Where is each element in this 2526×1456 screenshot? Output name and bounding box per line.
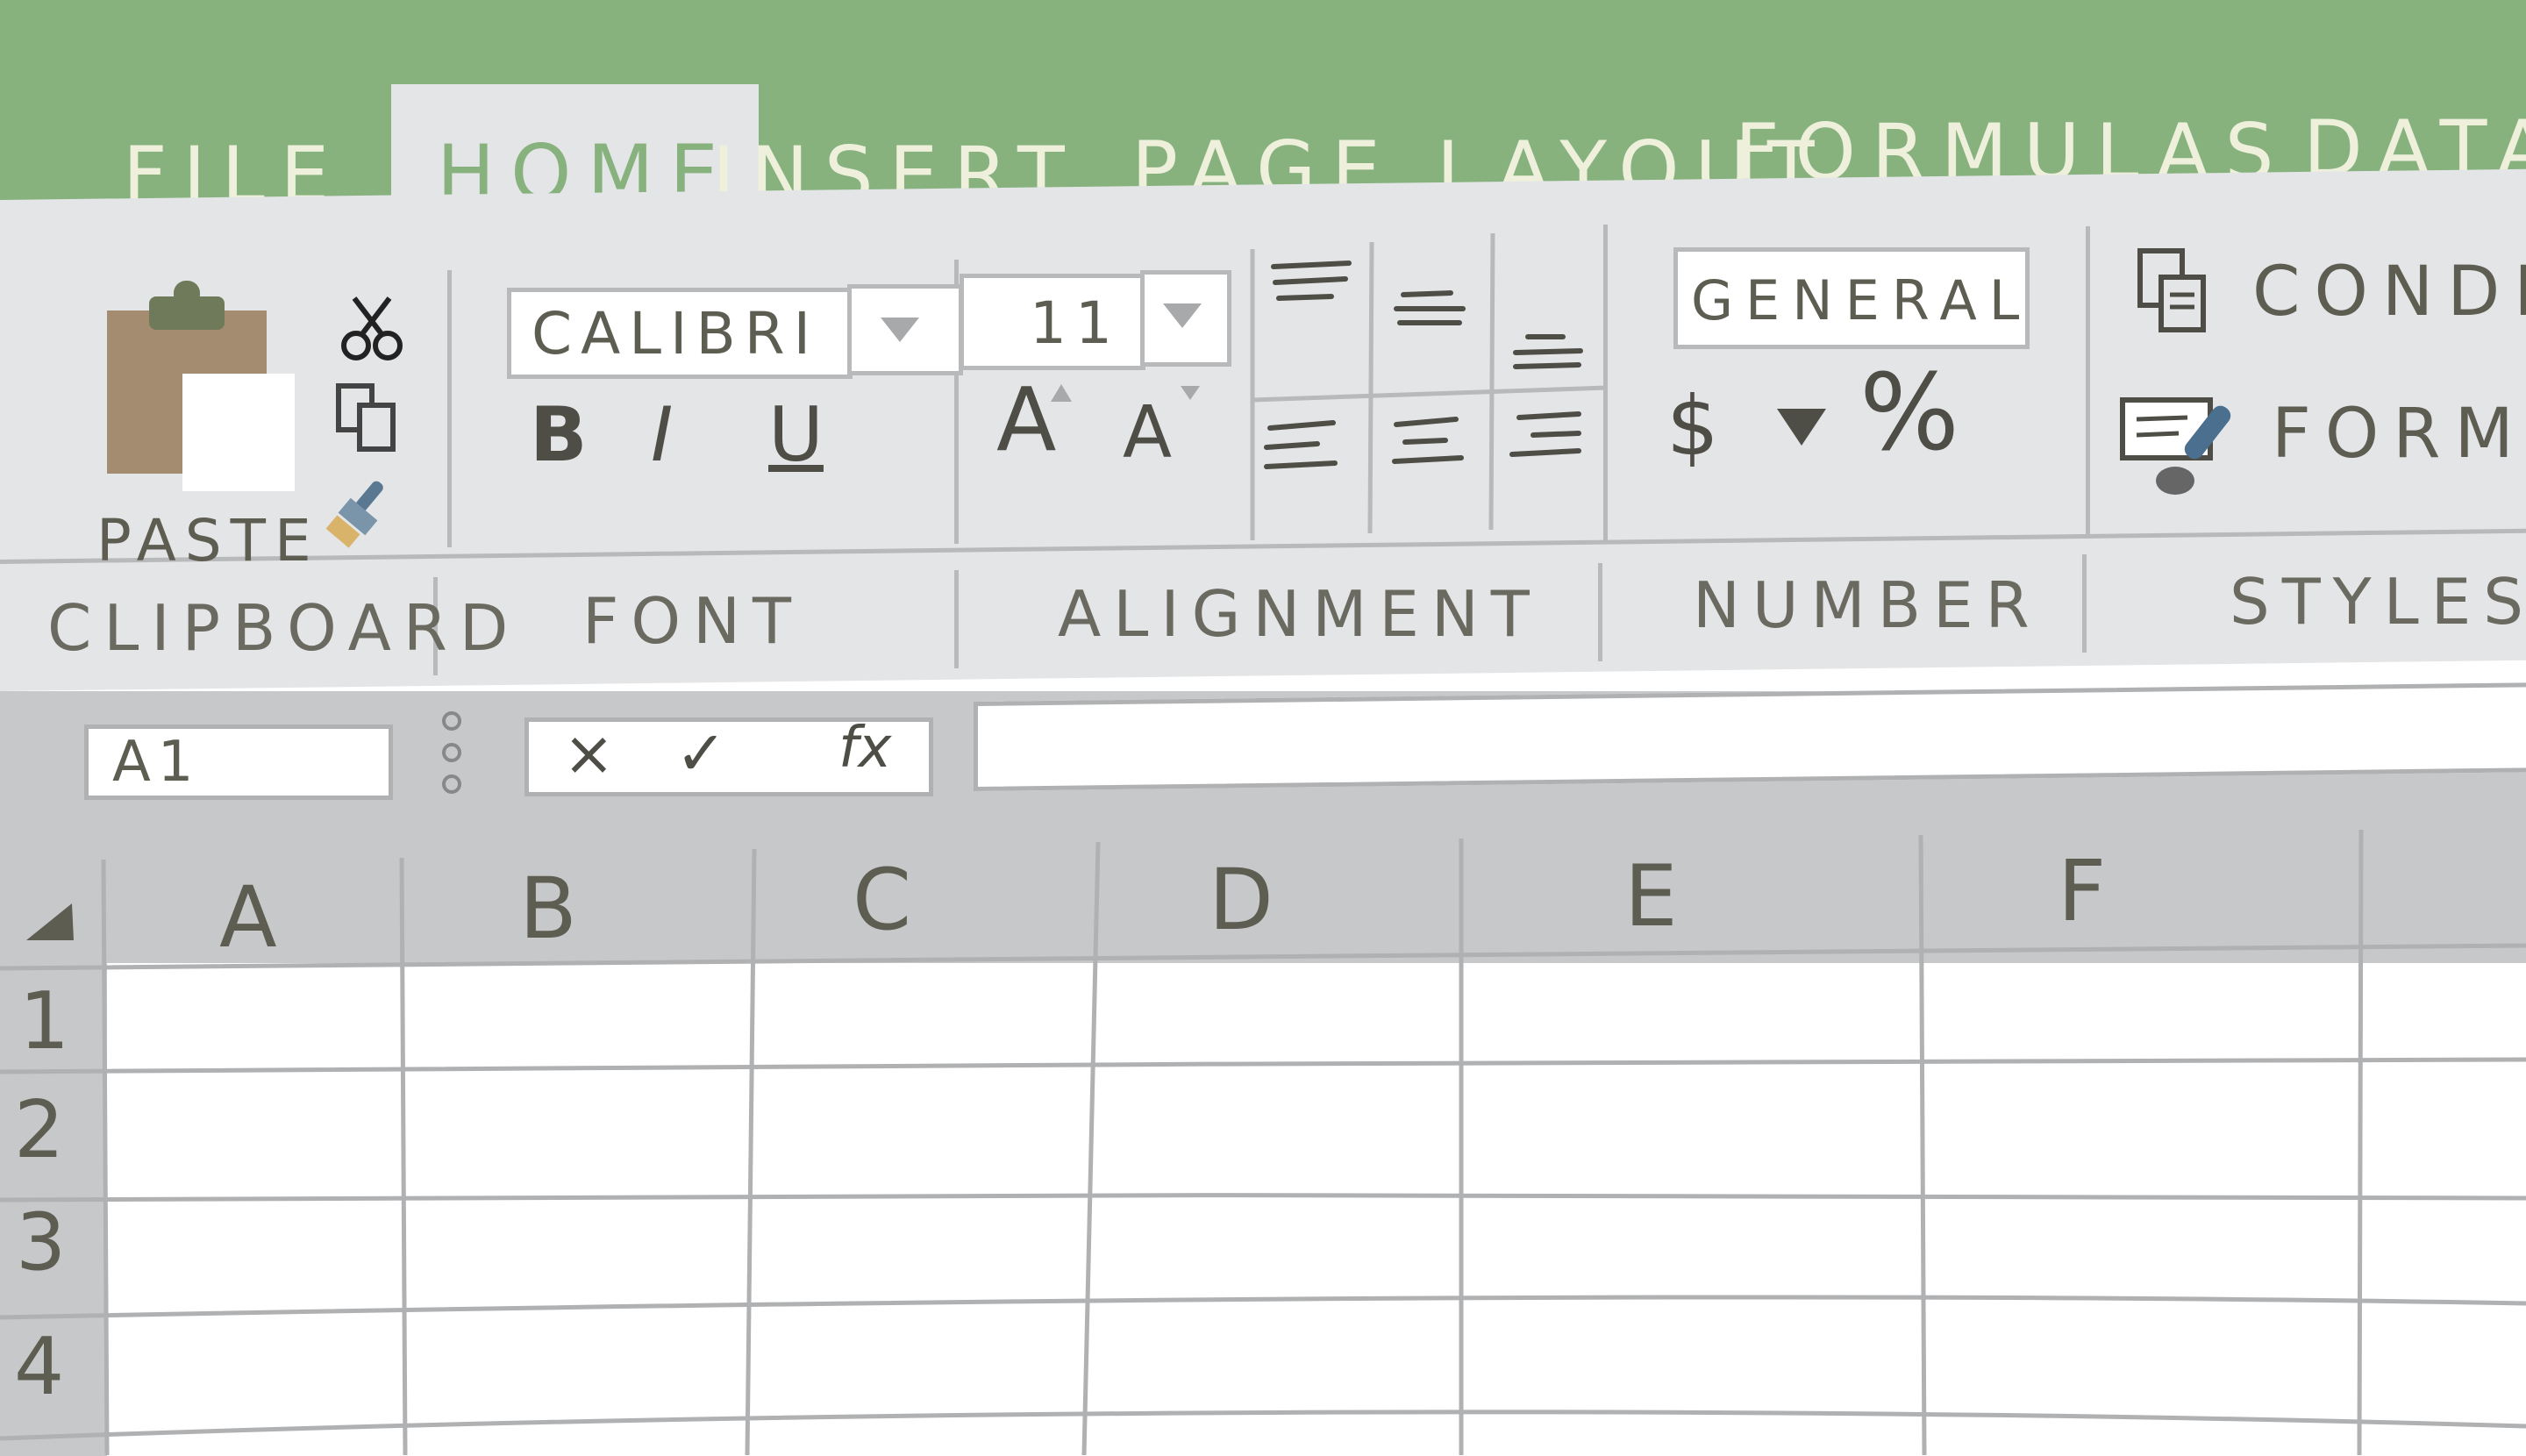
cell-grid [0,829,2526,1455]
column-header-e[interactable]: E [1624,847,1678,946]
row-header-1[interactable]: 1 [19,975,69,1067]
column-header-b[interactable]: B [519,860,577,958]
select-all-corner[interactable] [26,903,74,940]
column-header-a[interactable]: A [219,868,277,967]
row-header-2[interactable]: 2 [14,1084,64,1176]
row-header-4[interactable]: 4 [14,1321,64,1413]
column-header-c[interactable]: C [853,851,911,949]
column-header-d[interactable]: D [1209,851,1274,949]
column-header-f[interactable]: F [2058,842,2106,940]
row-header-3[interactable]: 3 [16,1196,66,1288]
